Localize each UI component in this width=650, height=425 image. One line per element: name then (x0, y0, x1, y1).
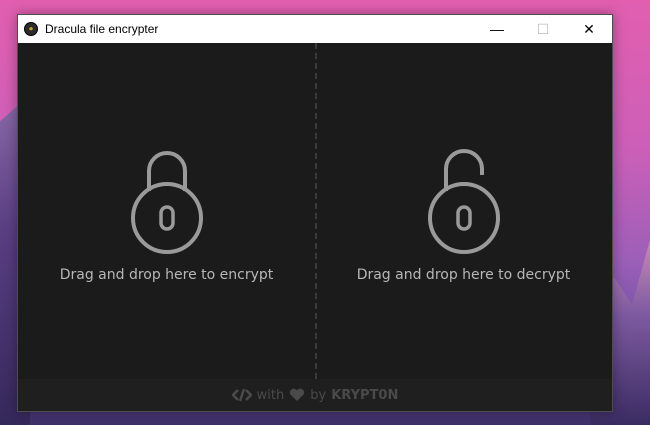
lock-open-icon (427, 149, 500, 254)
footer-with-text: with (256, 387, 285, 403)
title-bar[interactable]: Dracula file encrypter — ☐ ✕ (18, 15, 612, 43)
window-content: Drag and drop here to encrypt Drag and d… (18, 43, 612, 411)
footer-brand[interactable]: KRYPT0N (331, 388, 398, 403)
close-button[interactable]: ✕ (566, 15, 612, 43)
code-icon (231, 388, 252, 402)
caption-buttons: — ☐ ✕ (474, 15, 612, 43)
minimize-button[interactable]: — (474, 15, 520, 43)
app-window: Dracula file encrypter — ☐ ✕ Drag and dr… (17, 14, 613, 412)
encrypt-drop-zone[interactable]: Drag and drop here to encrypt (18, 43, 315, 379)
maximize-icon: ☐ (536, 20, 550, 37)
footer-by-text: by (310, 387, 327, 403)
decrypt-label: Drag and drop here to decrypt (356, 267, 571, 283)
heart-icon (290, 388, 305, 401)
window-title: Dracula file encrypter (45, 22, 159, 36)
footer-credit: with by KRYPT0N (18, 379, 612, 411)
maximize-button[interactable]: ☐ (520, 15, 566, 43)
decrypt-drop-zone[interactable]: Drag and drop here to decrypt (315, 43, 612, 379)
close-icon: ✕ (583, 20, 595, 37)
dracula-app-icon (24, 22, 38, 36)
lock-closed-icon (130, 151, 203, 254)
minimize-icon: — (490, 21, 504, 37)
encrypt-label: Drag and drop here to encrypt (59, 267, 274, 283)
